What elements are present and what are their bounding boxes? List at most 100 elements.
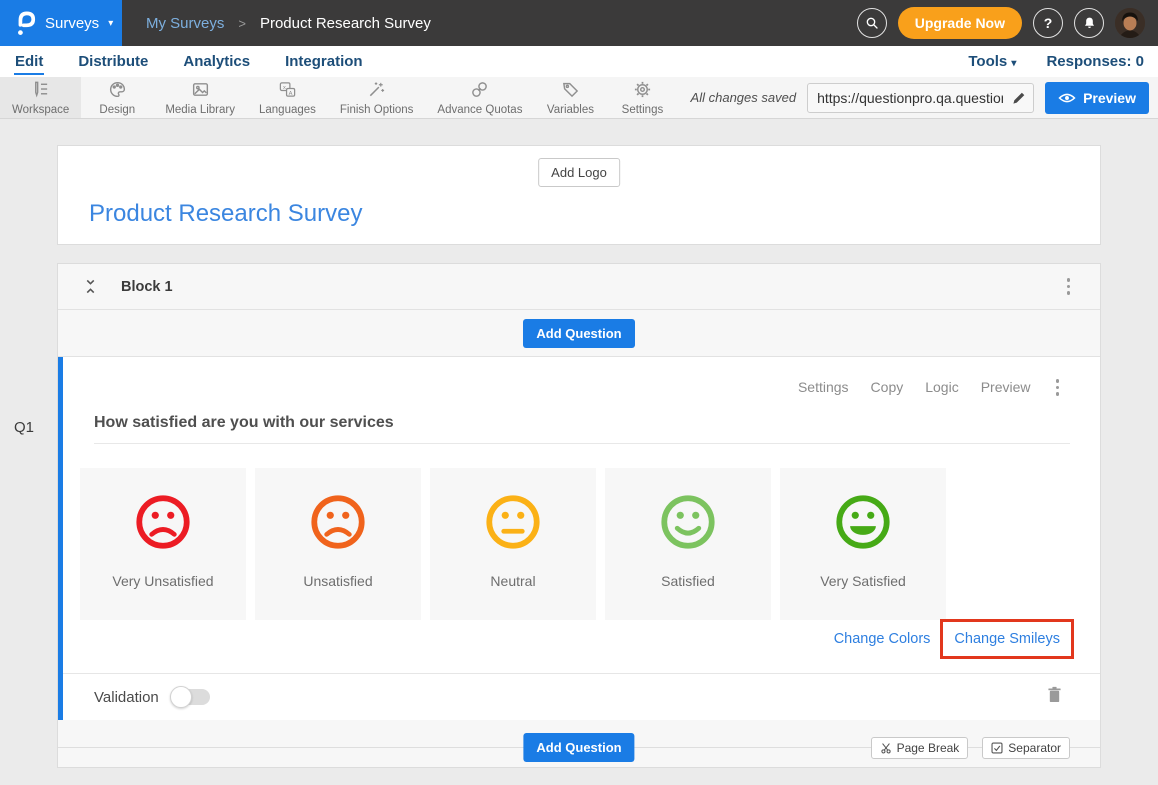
toolbar-item-media-library[interactable]: Media Library: [153, 77, 247, 118]
tag-icon: [561, 80, 580, 102]
gear-icon: [633, 80, 652, 102]
upgrade-now-button[interactable]: Upgrade Now: [898, 7, 1022, 39]
surveys-menu-label: Surveys: [45, 15, 99, 32]
unsatisfied-smiley-icon: [305, 489, 371, 555]
notifications-button[interactable]: [1074, 8, 1104, 38]
svg-text:A: A: [289, 90, 293, 96]
magic-wand-icon: [367, 80, 386, 102]
save-status: All changes saved: [691, 90, 797, 105]
survey-url-input[interactable]: [807, 83, 1034, 113]
tab-integration[interactable]: Integration: [284, 49, 364, 75]
chevron-down-icon: ▾: [1011, 58, 1016, 69]
tab-distribute[interactable]: Distribute: [77, 49, 149, 75]
question-title-divider: [94, 443, 1070, 444]
option-neutral[interactable]: Neutral: [430, 468, 596, 620]
question-title[interactable]: How satisfied are you with our services: [94, 414, 394, 432]
validation-label: Validation: [94, 689, 159, 706]
very-satisfied-smiley-icon: [830, 489, 896, 555]
question-settings-link[interactable]: Settings: [798, 379, 849, 395]
breadcrumb-current-survey: Product Research Survey: [260, 15, 431, 32]
question-card: Settings Copy Logic Preview How satisfie…: [58, 357, 1100, 720]
search-icon: [864, 15, 880, 31]
survey-header-card: Add Logo Product Research Survey: [57, 145, 1101, 245]
block-card: Block 1 Add Question Settings Copy Logic…: [57, 263, 1101, 768]
question-mark-icon: ?: [1044, 15, 1053, 31]
tools-menu[interactable]: Tools ▾: [968, 53, 1016, 70]
edit-url-pencil-icon[interactable]: [1011, 90, 1027, 111]
option-label: Neutral: [490, 573, 535, 589]
breadcrumb-my-surveys[interactable]: My Surveys: [146, 15, 224, 32]
surveys-menu[interactable]: Surveys ▾: [0, 0, 122, 46]
design-palette-icon: [108, 80, 127, 102]
responses-count[interactable]: Responses: 0: [1046, 53, 1144, 70]
block-menu-kebab-icon[interactable]: [1064, 275, 1074, 298]
validation-row: Validation: [63, 673, 1100, 720]
toolbar-item-design[interactable]: Design: [81, 77, 153, 118]
survey-nav-bar: Edit Distribute Analytics Integration To…: [0, 46, 1158, 77]
add-question-row-top: Add Question: [58, 310, 1100, 357]
add-logo-button[interactable]: Add Logo: [538, 158, 620, 187]
validation-toggle[interactable]: [172, 689, 210, 705]
toolbar-item-workspace[interactable]: Workspace: [0, 77, 81, 118]
breadcrumb: My Surveys > Product Research Survey: [146, 15, 431, 32]
nav-tabs: Edit Distribute Analytics Integration: [14, 49, 364, 75]
questionpro-logo: [14, 9, 36, 37]
nav-right: Tools ▾ Responses: 0: [968, 53, 1144, 70]
help-button[interactable]: ?: [1033, 8, 1063, 38]
workspace-icon: [31, 80, 50, 102]
block-title[interactable]: Block 1: [121, 279, 173, 295]
option-very-satisfied[interactable]: Very Satisfied: [780, 468, 946, 620]
top-bar: Surveys ▾ My Surveys > Product Research …: [0, 0, 1158, 46]
search-button[interactable]: [857, 8, 887, 38]
add-question-button-top[interactable]: Add Question: [523, 319, 634, 348]
collapse-block-icon[interactable]: [84, 278, 97, 295]
option-unsatisfied[interactable]: Unsatisfied: [255, 468, 421, 620]
option-label: Unsatisfied: [303, 573, 372, 589]
question-menu: Settings Copy Logic Preview: [798, 376, 1062, 399]
option-very-unsatisfied[interactable]: Very Unsatisfied: [80, 468, 246, 620]
breadcrumb-separator-icon: >: [238, 16, 246, 31]
chevron-down-icon: ▾: [108, 18, 113, 29]
change-smileys-highlight-box: Change Smileys: [940, 619, 1074, 659]
editor-toolbar: Workspace Design Media Library xA Langua…: [0, 77, 1158, 119]
option-label: Very Unsatisfied: [112, 573, 213, 589]
svg-text:x: x: [283, 84, 286, 90]
toolbar-item-finish-options[interactable]: Finish Options: [328, 77, 426, 118]
bell-icon: [1082, 16, 1097, 31]
question-copy-link[interactable]: Copy: [871, 379, 904, 395]
checkbox-check-icon: [991, 742, 1003, 754]
page-break-button[interactable]: Page Break: [871, 737, 969, 759]
scissors-icon: [880, 742, 892, 754]
eye-icon: [1058, 92, 1076, 104]
toolbar-item-advance-quotas[interactable]: Advance Quotas: [425, 77, 534, 118]
option-satisfied[interactable]: Satisfied: [605, 468, 771, 620]
question-logic-link[interactable]: Logic: [925, 379, 958, 395]
toolbar-right: All changes saved Preview: [691, 77, 1158, 118]
toolbar-item-settings[interactable]: Settings: [606, 77, 678, 118]
media-image-icon: [191, 80, 210, 102]
question-preview-link[interactable]: Preview: [981, 379, 1031, 395]
separator-button[interactable]: Separator: [982, 737, 1070, 759]
change-smileys-link[interactable]: Change Smileys: [954, 631, 1060, 647]
change-colors-link[interactable]: Change Colors: [834, 631, 931, 647]
option-label: Very Satisfied: [820, 573, 906, 589]
translate-icon: xA: [278, 80, 297, 102]
block-footer: Add Question Page Break Separator: [58, 720, 1100, 768]
tab-edit[interactable]: Edit: [14, 49, 44, 75]
delete-question-trash-icon[interactable]: [1047, 686, 1062, 708]
question-menu-kebab-icon[interactable]: [1053, 376, 1063, 399]
footer-buttons: Page Break Separator: [871, 737, 1070, 759]
toolbar-item-variables[interactable]: Variables: [534, 77, 606, 118]
smiley-options: Very Unsatisfied Unsatisfied Neutral Sat…: [80, 468, 946, 620]
add-question-button-bottom[interactable]: Add Question: [523, 733, 634, 762]
user-avatar[interactable]: [1115, 8, 1145, 38]
question-number-label: Q1: [14, 419, 34, 436]
chain-links-icon: [470, 80, 489, 102]
block-header: Block 1: [58, 264, 1100, 310]
survey-title[interactable]: Product Research Survey: [89, 200, 362, 228]
tab-analytics[interactable]: Analytics: [182, 49, 251, 75]
satisfied-smiley-icon: [655, 489, 721, 555]
toolbar-item-languages[interactable]: xA Languages: [247, 77, 328, 118]
option-label: Satisfied: [661, 573, 715, 589]
preview-button[interactable]: Preview: [1045, 82, 1149, 114]
